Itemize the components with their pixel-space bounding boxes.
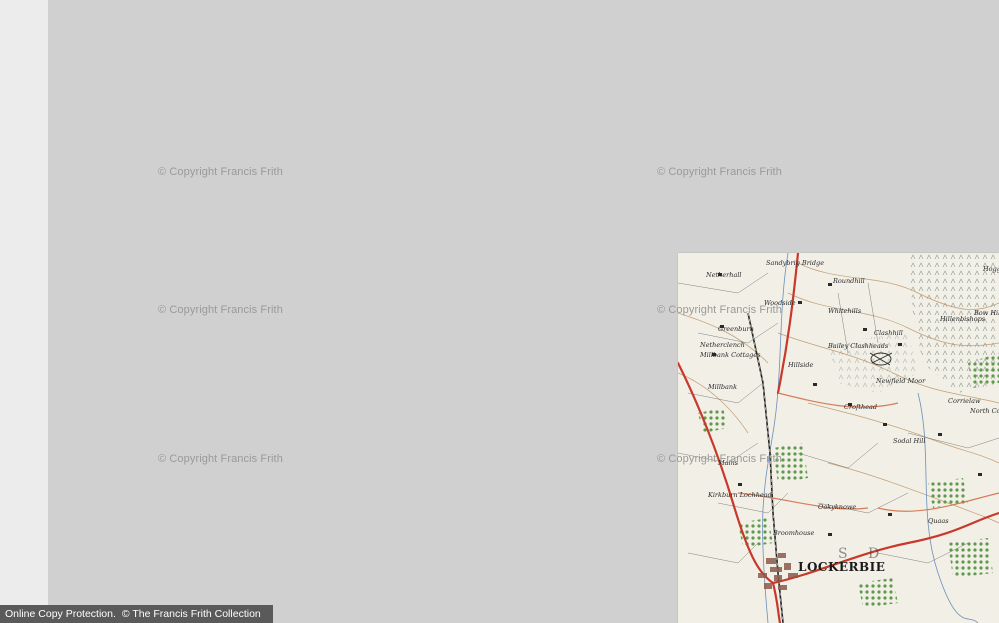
copyright-watermark: © Copyright Francis Frith <box>657 304 782 316</box>
map-label: Oakyknowe <box>818 503 856 511</box>
map-viewer[interactable]: © Copyright Francis Frith © Copyright Fr… <box>0 0 999 623</box>
copyright-watermark: © Copyright Francis Frith <box>158 166 283 178</box>
map-canvas[interactable]: © Copyright Francis Frith © Copyright Fr… <box>48 0 999 623</box>
map-label: Millbank <box>707 383 737 391</box>
map-label: Broomhouse <box>772 529 814 537</box>
francis-frith-copyright: © The Francis Frith Collection <box>121 608 261 620</box>
map-label: Whitehills <box>828 307 862 315</box>
map-label: Corrielaw <box>948 397 981 405</box>
map-label: Crofthead <box>844 403 877 411</box>
map-label: Netherclench <box>699 341 745 349</box>
map-label: Kirkburn Lochhead <box>707 491 772 499</box>
town-label: LOCKERBIE <box>798 560 885 574</box>
map-label: Quaas <box>928 517 949 525</box>
copyright-watermark: © Copyright Francis Frith <box>657 166 782 178</box>
map-label: Hogg <box>982 265 999 273</box>
map-label: Bailey Clashheads <box>827 342 889 350</box>
map-label: Clashhill <box>874 329 903 337</box>
copyright-footer: Online Copy Protection. © The Francis Fri… <box>0 605 273 623</box>
svg-text:S: S <box>838 546 848 562</box>
copyright-watermark: © Copyright Francis Frith <box>657 453 782 465</box>
svg-text:D: D <box>868 546 879 562</box>
map-label: Newfield Moor <box>875 377 926 385</box>
map-label: Greenburn <box>718 325 754 333</box>
map-label: Netherhall <box>705 271 742 279</box>
copyright-watermark: © Copyright Francis Frith <box>158 304 283 316</box>
map-label: Sandybrig Bridge <box>766 259 824 267</box>
map-label: Sodal Hill <box>893 437 925 445</box>
map-label: Hillside <box>787 361 813 369</box>
map-label: Millbank Cottages <box>699 351 761 359</box>
left-margin <box>0 0 48 623</box>
map-label: Bow Hill <box>973 309 999 317</box>
map-label: Roundhill <box>832 277 865 285</box>
map-label: North Corrielaw <box>969 407 999 415</box>
copyright-watermark: © Copyright Francis Frith <box>158 453 283 465</box>
copy-protection-notice: Online Copy Protection. <box>5 608 116 620</box>
